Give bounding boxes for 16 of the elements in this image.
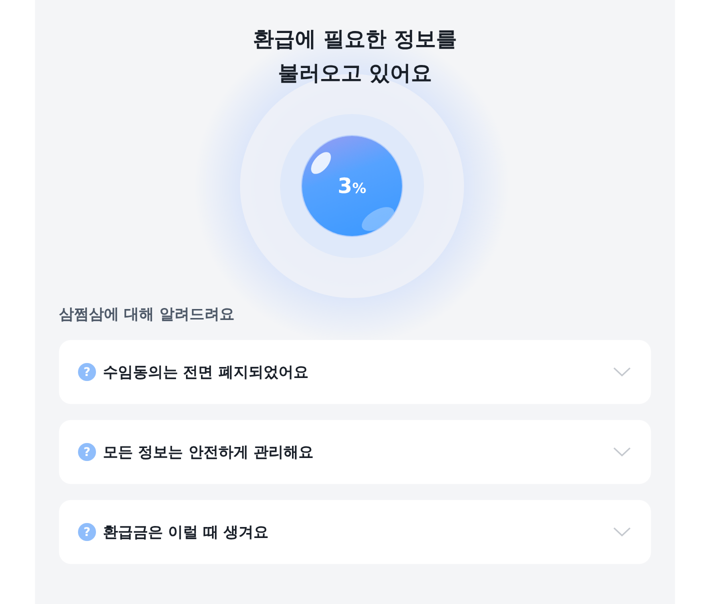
faq-question: 환급금은 이럴 때 생겨요 bbox=[103, 522, 270, 542]
faq-card[interactable]: ? 환급금은 이럴 때 생겨요 bbox=[59, 500, 651, 564]
chevron-icon bbox=[613, 367, 631, 377]
faq-card[interactable]: ? 수임동의는 전면 폐지되었어요 bbox=[59, 340, 651, 404]
faq-card[interactable]: ? 모든 정보는 안전하게 관리해요 bbox=[59, 420, 651, 484]
help-icon: ? bbox=[78, 443, 96, 461]
help-icon: ? bbox=[78, 363, 96, 381]
chevron-icon bbox=[613, 527, 631, 537]
faq-question: 모든 정보는 안전하게 관리해요 bbox=[103, 442, 315, 462]
page-title: 불러오고 있어요 bbox=[276, 60, 434, 87]
help-icon: ? bbox=[78, 523, 96, 541]
page-title: 환급에 필요한 정보를 bbox=[252, 26, 458, 53]
section-title: 삼쩜삼에 대해 알려드려요 bbox=[59, 304, 236, 324]
progress-percent: 3% bbox=[338, 174, 366, 198]
faq-question: 수임동의는 전면 폐지되었어요 bbox=[103, 362, 310, 382]
chevron-icon bbox=[613, 447, 631, 457]
